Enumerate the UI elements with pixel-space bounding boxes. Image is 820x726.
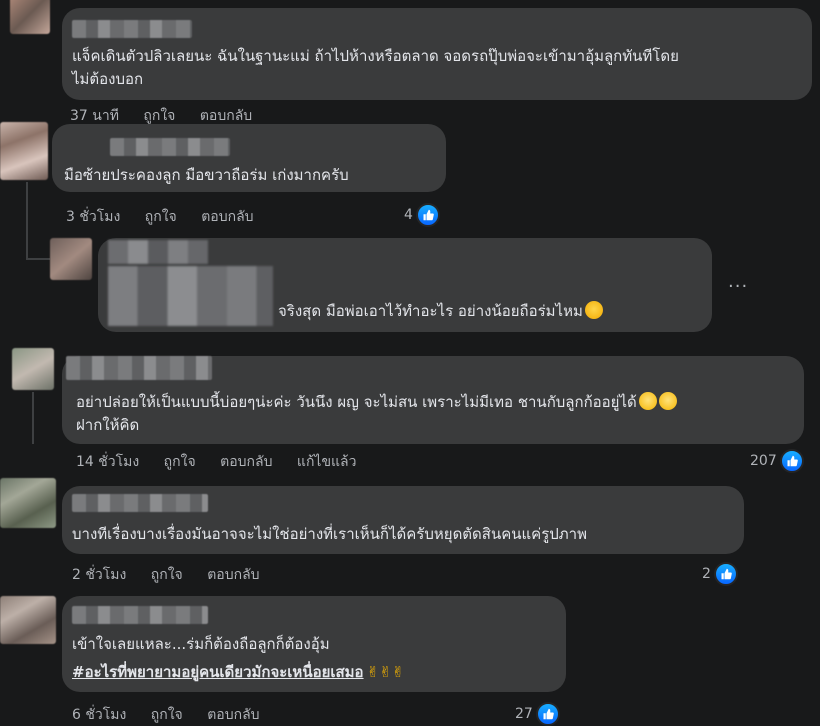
blurred-name[interactable] bbox=[108, 240, 208, 264]
comment-meta: 3 ชั่วโมง ถูกใจ ตอบกลับ bbox=[66, 206, 274, 228]
timestamp[interactable]: 37 นาที bbox=[70, 108, 119, 124]
thumbs-up-icon bbox=[535, 702, 560, 726]
comment-text: บางทีเรื่องบางเรื่องมันอาจจะไม่ใช่อย่างท… bbox=[72, 525, 587, 543]
reaction-count[interactable]: 207 bbox=[750, 449, 804, 473]
comment-text: อย่าปล่อยให้เป็นแบบนี้บ่อยๆน่ะค่ะ วันนึง… bbox=[76, 390, 677, 414]
blurred-content bbox=[108, 266, 273, 326]
reply-button[interactable]: ตอบกลับ bbox=[200, 108, 252, 124]
avatar[interactable] bbox=[0, 122, 48, 180]
reply-button[interactable]: ตอบกลับ bbox=[220, 454, 272, 470]
like-button[interactable]: ถูกใจ bbox=[164, 454, 196, 470]
reaction-number: 27 bbox=[515, 706, 533, 722]
commenter-name[interactable] bbox=[72, 20, 192, 38]
commenter-name[interactable] bbox=[72, 606, 208, 624]
avatar[interactable] bbox=[0, 596, 56, 644]
timestamp[interactable]: 3 ชั่วโมง bbox=[66, 209, 120, 225]
reaction-count[interactable]: 4 bbox=[404, 203, 440, 227]
reaction-number: 2 bbox=[702, 566, 711, 582]
crying-emoji-icon bbox=[658, 392, 677, 410]
thread-connector bbox=[26, 182, 28, 260]
sweat-smile-emoji-icon bbox=[584, 301, 603, 319]
comment-meta: 2 ชั่วโมง ถูกใจ ตอบกลับ bbox=[72, 564, 280, 586]
reaction-number: 207 bbox=[750, 453, 777, 469]
reaction-count[interactable]: 27 bbox=[515, 702, 560, 726]
edited-label[interactable]: แก้ไขแล้ว bbox=[297, 454, 357, 470]
thumbs-up-icon bbox=[779, 449, 804, 473]
reply-button[interactable]: ตอบกลับ bbox=[201, 209, 253, 225]
like-button[interactable]: ถูกใจ bbox=[145, 209, 177, 225]
thread-connector bbox=[26, 258, 50, 260]
comment-text: จริงสุด มือพ่อเอาไว้ทำอะไร อย่างน้อยถือร… bbox=[278, 299, 603, 323]
like-button[interactable]: ถูกใจ bbox=[151, 707, 183, 723]
victory-hand-icon: ✌✌✌ bbox=[366, 663, 405, 681]
timestamp[interactable]: 14 ชั่วโมง bbox=[76, 454, 139, 470]
comment-meta: 14 ชั่วโมง ถูกใจ ตอบกลับ แก้ไขแล้ว bbox=[76, 451, 377, 473]
comment-text: มือซ้ายประคองลูก มือขวาถือร่ม เก่งมากครั… bbox=[64, 166, 349, 184]
thread-connector bbox=[32, 392, 34, 444]
avatar[interactable] bbox=[50, 238, 92, 280]
avatar[interactable] bbox=[12, 348, 54, 390]
reply-button[interactable]: ตอบกลับ bbox=[207, 567, 259, 583]
crying-emoji-icon bbox=[638, 392, 657, 410]
avatar[interactable] bbox=[10, 0, 50, 34]
thumbs-up-icon bbox=[713, 562, 738, 586]
timestamp[interactable]: 6 ชั่วโมง bbox=[72, 707, 126, 723]
commenter-name[interactable] bbox=[66, 356, 212, 380]
timestamp[interactable]: 2 ชั่วโมง bbox=[72, 567, 126, 583]
reply-button[interactable]: ตอบกลับ bbox=[207, 707, 259, 723]
comment-text-body: จริงสุด มือพ่อเอาไว้ทำอะไร อย่างน้อยถือร… bbox=[278, 302, 583, 320]
more-options-icon[interactable]: ··· bbox=[728, 276, 748, 297]
comment-text: #อะไรที่พยายามอยู่คนเดียวมักจะเหนื่อยเสม… bbox=[72, 660, 404, 684]
commenter-name[interactable] bbox=[110, 138, 230, 156]
reaction-count[interactable]: 2 bbox=[702, 562, 738, 586]
comment-text: ฝากให้คิด bbox=[76, 416, 140, 434]
like-button[interactable]: ถูกใจ bbox=[143, 108, 175, 124]
comment-text: เข้าใจเลยแหละ...ร่มก็ต้องถือลูกก็ต้องอุ้… bbox=[72, 635, 330, 653]
hashtag-link[interactable]: #อะไรที่พยายามอยู่คนเดียวมักจะเหนื่อยเสม… bbox=[72, 663, 364, 681]
reaction-number: 4 bbox=[404, 207, 413, 223]
commenter-name[interactable] bbox=[72, 494, 208, 512]
comment-text: แจ็คเดินตัวปลิวเลยนะ ฉันในฐานะแม่ ถ้าไปห… bbox=[72, 47, 679, 65]
comment-text-body: อย่าปล่อยให้เป็นแบบนี้บ่อยๆน่ะค่ะ วันนึง… bbox=[76, 393, 637, 411]
thumbs-up-icon bbox=[415, 203, 440, 227]
comment-text: ไม่ต้องบอก bbox=[72, 70, 144, 88]
avatar[interactable] bbox=[0, 478, 56, 528]
like-button[interactable]: ถูกใจ bbox=[151, 567, 183, 583]
